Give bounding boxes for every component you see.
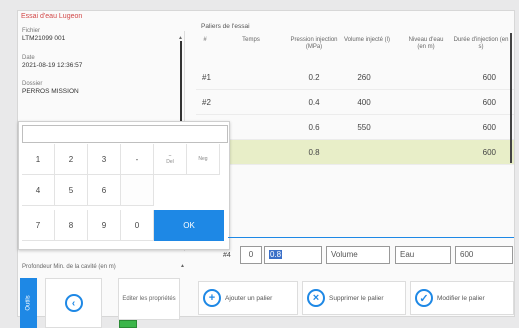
preference-arrow-icon[interactable]: ▲ xyxy=(180,263,185,269)
add-step-label: Ajouter un palier xyxy=(225,294,273,302)
key-minus[interactable]: - xyxy=(121,144,154,175)
header-niveau: Niveau d'eau (en m) xyxy=(408,37,444,50)
table-row[interactable]: #2 0.4 400 600 xyxy=(196,90,514,115)
fichier-field: Fichier LTM21099 001 xyxy=(22,28,65,42)
table-title: Paliers de l'essai xyxy=(201,23,250,30)
ok-button[interactable]: OK xyxy=(154,210,224,241)
preference-label: Profondeur Min. de la cavité (en m) xyxy=(22,264,116,270)
header-temps: Temps xyxy=(242,37,260,43)
modify-step-label: Modifier le palier xyxy=(437,294,485,302)
row-pression: 0.2 xyxy=(308,73,320,82)
back-button[interactable]: ‹ xyxy=(45,278,102,328)
key-3[interactable]: 3 xyxy=(88,144,121,175)
volume-input[interactable]: Volume xyxy=(326,246,390,264)
numeric-keypad: 1 2 3 - ⎯ Del Neg 4 5 6 7 8 9 0 OK xyxy=(18,121,230,250)
key-0[interactable]: 0 xyxy=(121,210,154,241)
pression-input[interactable]: 0.8 xyxy=(264,246,322,264)
fichier-value: LTM21099 001 xyxy=(22,35,66,42)
delete-step-button[interactable]: × Supprimer le palier xyxy=(302,281,406,315)
header-duree: Durée d'injection (en s) xyxy=(453,37,509,50)
pression-input-value: 0.8 xyxy=(269,250,283,259)
key-neg[interactable]: Neg xyxy=(187,144,220,175)
table-row[interactable]: #1 0.2 260 600 xyxy=(196,65,514,90)
dossier-field: Dossier PERROS MISSION xyxy=(22,81,79,95)
outils-tab[interactable]: Outils xyxy=(20,278,37,328)
delete-step-label: Supprimer le palier xyxy=(329,294,384,302)
table-row[interactable]: #3 0.6 550 600 xyxy=(196,115,514,140)
keypad-display xyxy=(22,125,228,143)
checkmark-icon: ✓ xyxy=(415,289,433,307)
row-pression: 0.6 xyxy=(308,123,320,132)
edit-properties-label: Editer les propriétés xyxy=(122,295,176,302)
header-volume: Volume injecté (l) xyxy=(343,37,391,43)
key-2[interactable]: 2 xyxy=(55,144,88,175)
row-pression: 0.4 xyxy=(308,98,320,107)
temps-input[interactable]: 0 xyxy=(240,246,262,264)
key-5[interactable]: 5 xyxy=(55,175,88,206)
key-4[interactable]: 4 xyxy=(22,175,55,206)
key-8[interactable]: 8 xyxy=(55,210,88,241)
key-blank xyxy=(121,175,154,206)
row-volume: 260 xyxy=(357,73,371,82)
modify-step-button[interactable]: ✓ Modifier le palier xyxy=(410,281,514,315)
table-row-selected[interactable]: #4 0.8 600 xyxy=(196,140,514,165)
input-separator xyxy=(228,237,514,238)
fichier-label: Fichier xyxy=(22,28,41,34)
dossier-value: PERROS MISSION xyxy=(22,88,79,95)
key-del-label: Del xyxy=(166,159,174,165)
plus-icon: + xyxy=(203,289,221,307)
date-label: Date xyxy=(22,55,35,61)
key-1[interactable]: 1 xyxy=(22,144,55,175)
close-icon: × xyxy=(307,289,325,307)
duree-input[interactable]: 600 xyxy=(455,246,513,264)
dossier-label: Dossier xyxy=(22,81,43,87)
key-6[interactable]: 6 xyxy=(88,175,121,206)
edit-properties-button[interactable]: Editer les propriétés xyxy=(118,278,180,320)
outils-label: Outils xyxy=(25,295,32,311)
table-header: # Temps Pression injection (MPa) Volume … xyxy=(196,33,514,59)
date-value: 2021-08-19 12:36:57 xyxy=(22,62,83,69)
row-num: #2 xyxy=(202,98,211,107)
key-7[interactable]: 7 xyxy=(22,210,55,241)
key-del[interactable]: ⎯ Del xyxy=(154,144,187,175)
window-title: Essai d'eau Lugeon xyxy=(21,13,83,20)
row-duree: 600 xyxy=(482,148,496,157)
battery-icon xyxy=(119,320,137,328)
row-pression: 0.8 xyxy=(308,148,320,157)
key-9[interactable]: 9 xyxy=(88,210,121,241)
row-duree: 600 xyxy=(482,98,496,107)
row-duree: 600 xyxy=(482,123,496,132)
row-volume: 550 xyxy=(357,123,371,132)
row-volume: 400 xyxy=(357,98,371,107)
row-num: #1 xyxy=(202,73,211,82)
row-duree: 600 xyxy=(482,73,496,82)
scroll-thumb[interactable] xyxy=(180,41,182,121)
header-num: # xyxy=(203,37,207,43)
header-pression: Pression injection (MPa) xyxy=(290,37,338,50)
date-field: Date 2021-08-19 12:36:57 xyxy=(22,55,82,69)
table-scrollbar[interactable] xyxy=(510,33,512,163)
eau-input[interactable]: Eau xyxy=(395,246,451,264)
chevron-left-icon: ‹ xyxy=(64,294,83,312)
add-step-button[interactable]: + Ajouter un palier xyxy=(198,281,298,315)
input-row-num: #4 xyxy=(223,252,231,259)
app-window: Essai d'eau Lugeon Fichier LTM21099 001 … xyxy=(17,10,515,328)
